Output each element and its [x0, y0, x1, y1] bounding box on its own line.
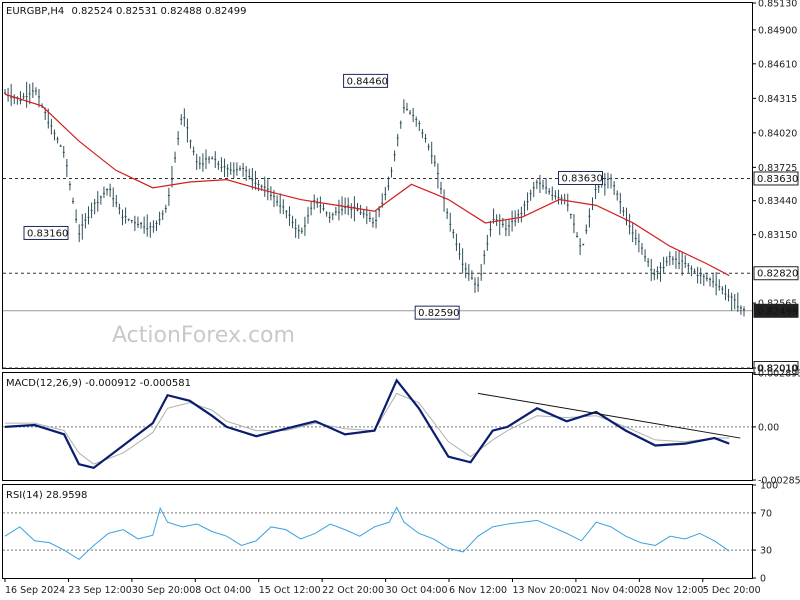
x-tick: 30 Oct 04:00 — [386, 585, 448, 596]
rsi-line — [4, 506, 730, 561]
price-annotation: 0.83160 — [27, 228, 68, 239]
price-level-label: 0.82820 — [757, 269, 798, 280]
price-panel-frame — [2, 2, 753, 369]
price-y-axis: 0.85130 0.84900 0.84610 0.84315 0.84020 0.837… — [752, 0, 797, 375]
x-tick: 13 Nov 20:00 — [512, 585, 576, 596]
macd-trend-line — [477, 392, 741, 439]
price-y-tick: 0.83440 — [758, 196, 797, 207]
x-tick: 30 Sep 20:00 — [132, 585, 195, 596]
macd-y-tick: 0.002893 — [758, 369, 800, 380]
price-y-tick: 0.83150 — [758, 230, 797, 241]
x-tick: 6 Nov 12:00 — [449, 585, 507, 596]
x-tick: 5 Dec 20:00 — [703, 585, 761, 596]
price-annotations: 0.84460 0.83630 0.83160 0.82590 — [23, 73, 604, 320]
macd-trendline — [477, 392, 741, 439]
macd-series — [4, 378, 730, 470]
macd-y-tick: 0.00 — [758, 422, 779, 433]
symbol-label: EURGBP,H4 — [6, 6, 64, 17]
x-tick: 8 Oct 04:00 — [195, 585, 251, 596]
price-y-tick: 0.84610 — [758, 59, 797, 70]
x-tick: 21 Nov 04:00 — [576, 585, 640, 596]
rsi-y-tick: 70 — [760, 508, 772, 519]
rsi-y-tick: 0 — [760, 574, 766, 585]
price-y-tick: 0.84900 — [758, 25, 797, 36]
price-y-tick: 0.85130 — [758, 0, 797, 10]
chart-title: EURGBP,H4 0.82524 0.82531 0.82488 0.8249… — [6, 6, 246, 17]
x-tick: 22 Oct 20:00 — [322, 585, 384, 596]
x-tick: 28 Nov 12:00 — [639, 585, 703, 596]
watermark: ActionForex.com — [112, 323, 295, 348]
eurgbp-chart: ActionForex.com 0.836300.828200.824990.8… — [2, 0, 800, 596]
x-tick: 16 Sep 2024 — [5, 585, 65, 596]
rsi-y-axis: 100 70 30 0 — [752, 481, 778, 585]
moving-average-series — [4, 93, 730, 277]
time-axis: 16 Sep 2024 23 Sep 12:00 30 Sep 20:00 8 Oct… — [4, 578, 761, 596]
x-tick: 15 Oct 12:00 — [259, 585, 321, 596]
price-annotation: 0.84460 — [347, 76, 388, 87]
price-y-tick: 0.84020 — [758, 128, 797, 139]
price-annotation: 0.82590 — [418, 308, 459, 319]
rsi-series — [4, 506, 730, 561]
rsi-label: RSI(14) 28.9598 — [6, 490, 87, 501]
rsi-y-tick: 100 — [760, 481, 778, 492]
price-y-tick: 0.82565 — [758, 299, 797, 310]
ohlc-label: 0.82524 0.82531 0.82488 0.82499 — [71, 6, 246, 17]
price-y-tick: 0.83725 — [758, 163, 797, 174]
macd-line — [4, 378, 730, 470]
price-level-label: 0.83630 — [757, 174, 798, 185]
macd-y-axis: 0.0028930.00-0.002852 — [752, 369, 800, 487]
price-y-tick: 0.84315 — [758, 94, 797, 105]
moving-average-line — [4, 93, 730, 277]
price-annotation: 0.83630 — [562, 173, 603, 184]
macd-label: MACD(12,26,9) -0.000912 -0.000581 — [6, 378, 191, 389]
price-series — [4, 81, 745, 317]
rsi-y-tick: 30 — [760, 546, 772, 557]
x-tick: 23 Sep 12:00 — [68, 585, 131, 596]
